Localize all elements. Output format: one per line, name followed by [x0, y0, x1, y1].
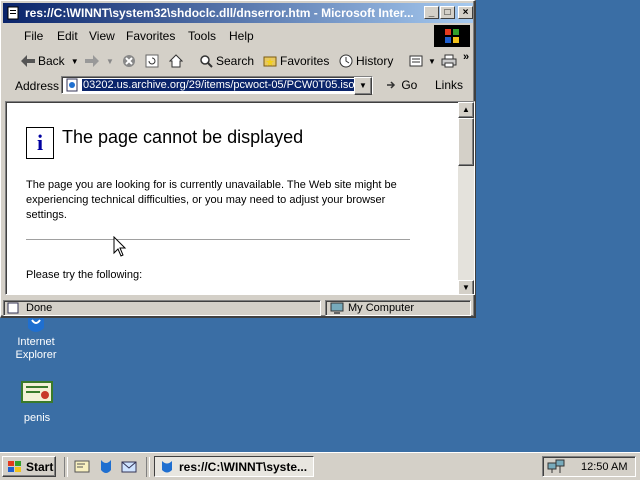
desktop-icon-internet-explorer[interactable]: Internet Explorer — [1, 314, 71, 362]
start-button[interactable]: Start — [2, 456, 56, 477]
window-title: res://C:\WINNT\system32\shdoclc.dll/dnse… — [25, 6, 414, 20]
certificate-icon — [21, 381, 53, 403]
vertical-scrollbar[interactable]: ▲ ▼ — [458, 102, 474, 294]
links-button[interactable]: Links — [435, 78, 463, 92]
search-button[interactable]: Search — [199, 52, 254, 70]
taskbar-window-button[interactable]: res://C:\WINNT\syste... — [154, 456, 314, 477]
mail-button[interactable]: ▼ — [409, 52, 436, 70]
windows-flag-icon — [8, 460, 21, 472]
stop-icon — [123, 55, 135, 67]
go-label: Go — [401, 78, 418, 92]
menu-favorites[interactable]: Favorites — [126, 29, 175, 43]
quick-launch-separator — [64, 457, 68, 477]
error-description: The page you are looking for is currentl… — [26, 179, 397, 221]
go-button[interactable]: Go — [386, 78, 417, 92]
desktop-icon-penis[interactable]: penis — [2, 380, 72, 425]
security-zone-text: My Computer — [348, 302, 415, 314]
menu-file[interactable]: File — [24, 29, 43, 43]
taskbar: Start res://C:\WINNT\syste... 12:50 AM — [0, 452, 640, 480]
suggestions-heading: Please try the following: — [26, 269, 143, 281]
internet-explorer-icon[interactable] — [97, 458, 115, 476]
page-icon — [66, 78, 78, 92]
document-icon — [7, 6, 19, 20]
go-arrow-icon — [387, 81, 396, 89]
close-button[interactable]: × — [458, 6, 473, 19]
home-button[interactable] — [169, 52, 186, 70]
forward-arrow-icon — [85, 55, 99, 67]
page-title: The page cannot be displayed — [62, 127, 304, 147]
refresh-icon — [145, 54, 159, 68]
clock[interactable]: 12:50 AM — [581, 461, 627, 473]
desktop-icon-label: Internet Explorer — [15, 336, 57, 361]
search-icon — [200, 55, 213, 68]
search-label: Search — [216, 54, 255, 68]
browser-window: res://C:\WINNT\system32\shdoclc.dll/dnse… — [0, 0, 476, 318]
outlook-express-icon[interactable] — [120, 458, 138, 476]
back-button[interactable]: Back ▼ — [21, 52, 79, 70]
history-button[interactable]: History — [339, 52, 393, 70]
show-desktop-icon[interactable] — [73, 458, 91, 476]
home-icon — [169, 54, 183, 68]
page-status-icon — [7, 302, 19, 314]
address-input[interactable]: 03202.us.archive.org/29/items/pcwoct-05/… — [61, 76, 373, 95]
taskbar-separator — [146, 457, 150, 477]
address-bar: Address 03202.us.archive.org/29/items/pc… — [3, 75, 473, 97]
status-pane-main: Done — [3, 300, 321, 316]
title-bar[interactable]: res://C:\WINNT\system32\shdoclc.dll/dnse… — [3, 3, 473, 23]
address-label: Address — [15, 79, 60, 93]
back-arrow-icon — [21, 55, 35, 67]
favorites-button[interactable]: Favorites — [263, 52, 329, 70]
mail-icon — [409, 55, 423, 67]
divider — [26, 239, 410, 241]
status-pane-zone: My Computer — [325, 300, 471, 316]
favorites-label: Favorites — [280, 54, 330, 68]
scroll-thumb[interactable] — [458, 118, 474, 166]
stop-button[interactable] — [122, 52, 139, 70]
toolbar-overflow-icon[interactable]: » — [463, 51, 469, 63]
menu-help[interactable]: Help — [229, 29, 254, 43]
print-button[interactable] — [441, 52, 460, 70]
favorites-icon — [263, 56, 277, 67]
windows-logo-icon — [434, 25, 470, 47]
forward-button[interactable]: ▼ — [85, 52, 114, 70]
page-content: i The page cannot be displayed The page … — [5, 101, 475, 295]
address-dropdown-button[interactable]: ▼ — [354, 77, 372, 95]
chevron-down-icon[interactable]: ▼ — [71, 57, 79, 66]
maximize-button[interactable]: □ — [440, 6, 455, 19]
network-icon[interactable] — [547, 459, 565, 475]
history-label: History — [356, 54, 394, 68]
desktop-icon-label: penis — [23, 412, 51, 424]
system-tray: 12:50 AM — [542, 456, 636, 477]
back-label: Back — [38, 54, 65, 68]
start-label: Start — [26, 459, 54, 474]
menu-bar: File Edit View Favorites Tools Help — [3, 25, 473, 47]
taskbar-window-label: res://C:\WINNT\syste... — [179, 459, 308, 474]
refresh-button[interactable] — [145, 52, 162, 70]
minimize-button[interactable]: _ — [424, 6, 439, 19]
mouse-cursor-icon — [113, 236, 127, 257]
chevron-down-icon[interactable]: ▼ — [428, 57, 436, 66]
history-icon — [339, 54, 353, 68]
chevron-down-icon[interactable]: ▼ — [106, 57, 114, 66]
printer-icon — [441, 54, 457, 68]
computer-icon — [330, 302, 344, 314]
scroll-up-button[interactable]: ▲ — [458, 102, 474, 118]
status-text: Done — [26, 302, 53, 314]
menu-tools[interactable]: Tools — [188, 29, 216, 43]
info-icon: i — [26, 127, 54, 159]
menu-edit[interactable]: Edit — [57, 29, 78, 43]
address-value: 03202.us.archive.org/29/items/pcwoct-05/… — [82, 79, 356, 91]
scroll-down-button[interactable]: ▼ — [458, 280, 474, 294]
internet-explorer-icon — [162, 460, 172, 472]
status-bar: Done My Computer — [3, 299, 473, 317]
menu-view[interactable]: View — [89, 29, 115, 43]
toolbar: Back ▼ ▼ Search Favorites History ▼ » — [3, 49, 473, 73]
